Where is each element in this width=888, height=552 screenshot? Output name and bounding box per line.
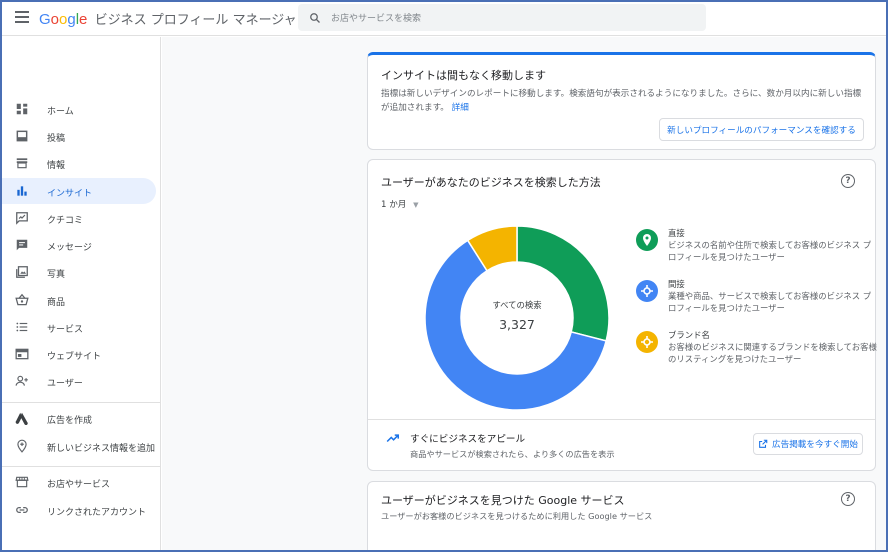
notice-title: インサイトは間もなく移動します	[381, 69, 546, 82]
add-location-icon	[17, 439, 27, 453]
top-app-bar: Google ビジネス プロフィール マネージャ お店やサービスを検索	[0, 0, 888, 36]
sidebar-item-website[interactable]: ウェブサイト	[0, 341, 156, 367]
donut-center-label: すべての検索	[492, 300, 542, 310]
sidebar-item-label: 商品	[47, 298, 66, 308]
promo-desc: 商品やサービスが検索されたら、より多くの広告を表示	[410, 449, 615, 459]
sidebar-divider	[0, 402, 160, 403]
insights-notice-card: インサイトは間もなく移動します 指標は新しいデザインのレポートに移動します。検索…	[367, 52, 876, 150]
start-ads-label: 広告掲載を今すぐ開始	[772, 440, 858, 450]
sidebar-item-label: ウェブサイト	[47, 352, 102, 362]
sidebar-item-photos[interactable]: 写真	[0, 259, 156, 285]
sidebar-item-reviews[interactable]: クチコミ	[0, 205, 156, 231]
add-user-icon	[15, 375, 28, 386]
google-logo: Google	[39, 11, 88, 28]
card-title: ユーザーがビジネスを見つけた Google サービス	[381, 494, 625, 507]
card-subtitle: ユーザーがお客様のビジネスを見つけるために利用した Google サービス	[381, 511, 653, 521]
dashboard-icon	[16, 103, 28, 115]
sidebar-item-label: インサイト	[47, 189, 93, 199]
card-title: ユーザーがあなたのビジネスを検索した方法	[381, 176, 601, 189]
sidebar-item-linked-accounts[interactable]: リンクされたアカウント	[0, 497, 156, 523]
donut-center-value: 3,327	[499, 317, 535, 332]
period-value: 1 か月	[381, 200, 407, 210]
sidebar-item-products[interactable]: 商品	[0, 287, 156, 313]
message-icon	[16, 239, 28, 251]
sidebar-item-insights[interactable]: インサイト	[0, 178, 156, 204]
app-logo[interactable]: Google ビジネス プロフィール マネージャ	[39, 9, 297, 28]
post-icon	[16, 130, 28, 142]
sidebar-item-home[interactable]: ホーム	[0, 96, 156, 122]
search-input[interactable]: お店やサービスを検索	[331, 11, 421, 24]
photo-icon	[16, 266, 28, 278]
crosshair-icon	[636, 331, 658, 353]
legend-desc: 業種や商品、サービスで検索してお客様のビジネス プロフィールを見つけたユーザー	[668, 291, 872, 313]
help-icon[interactable]: ?	[841, 492, 855, 506]
review-icon	[16, 212, 28, 225]
sidebar-item-posts[interactable]: 投稿	[0, 123, 156, 149]
chevron-down-icon: ▼	[413, 201, 419, 209]
start-ads-button[interactable]: 広告掲載を今すぐ開始	[753, 433, 863, 455]
details-link[interactable]: 詳細	[452, 103, 469, 113]
sidebar-item-label: お店やサービス	[47, 480, 111, 490]
legend-desc: お客様のビジネスに関連するブランドを検索してお客様のリスティングを見つけたユーザ…	[668, 342, 877, 364]
sidebar-item-users[interactable]: ユーザー	[0, 368, 156, 394]
store-icon	[16, 158, 28, 169]
help-icon[interactable]: ?	[841, 174, 855, 188]
ads-icon	[15, 412, 28, 425]
main-content: インサイトは間もなく移動します 指標は新しいデザインのレポートに移動します。検索…	[162, 37, 888, 552]
sidebar-item-services[interactable]: サービス	[0, 314, 156, 340]
sidebar-item-label: リンクされたアカウント	[47, 508, 147, 518]
trending-up-icon	[386, 434, 400, 443]
sidebar-item-label: サービス	[47, 325, 84, 335]
period-dropdown[interactable]: 1 か月 ▼	[381, 198, 419, 210]
sidebar-item-add-business[interactable]: 新しいビジネス情報を追加	[0, 433, 156, 459]
bar-chart-icon	[17, 186, 27, 196]
sidebar-item-label: 新しいビジネス情報を追加	[47, 444, 156, 454]
sidebar-item-info[interactable]: 情報	[0, 150, 156, 176]
link-icon	[16, 507, 28, 513]
card-divider	[368, 419, 875, 420]
promo-title: すぐにビジネスをアピール	[410, 434, 526, 445]
basket-icon	[15, 293, 29, 306]
search-method-card: ユーザーがあなたのビジネスを検索した方法 ? 1 か月 ▼ すべての検索 3,3…	[367, 159, 877, 471]
list-icon	[16, 322, 28, 332]
sidebar-item-stores[interactable]: お店やサービス	[0, 469, 156, 495]
sidebar-item-label: クチコミ	[47, 216, 84, 226]
notice-body: 指標は新しいデザインのレポートに移動します。検索語句が表示されるようになりました…	[381, 87, 866, 115]
google-services-card: ユーザーがビジネスを見つけた Google サービス ? ユーザーがお客様のビジ…	[367, 481, 876, 552]
sidebar-item-label: 情報	[47, 161, 66, 171]
legend-title: 間接	[668, 279, 685, 289]
storefront-icon	[15, 476, 29, 488]
location-pin-icon	[636, 229, 658, 251]
sidebar-item-label: 写真	[47, 270, 66, 280]
sidebar-item-messages[interactable]: メッセージ	[0, 232, 156, 258]
sidebar-item-create-ad[interactable]: 広告を作成	[0, 405, 156, 431]
legend-desc: ビジネスの名前や住所で検索してお客様のビジネス プロフィールを見つけたユーザー	[668, 240, 872, 262]
search-bar[interactable]: お店やサービスを検索	[298, 4, 706, 31]
menu-icon[interactable]	[15, 11, 29, 23]
web-icon	[15, 348, 29, 360]
sidebar-item-label: ホーム	[47, 107, 74, 117]
search-icon	[310, 12, 320, 23]
app-name: ビジネス プロフィール マネージャ	[94, 13, 297, 28]
sidebar-item-label: 投稿	[47, 134, 66, 144]
sidebar-item-label: ユーザー	[47, 379, 83, 389]
legend-title: 直接	[668, 228, 685, 238]
sidebar-item-label: メッセージ	[47, 243, 92, 253]
sidebar-nav: ホーム 投稿 情報 インサイト クチコミ メッセージ 写真 商品 サービス ウェ…	[0, 37, 161, 552]
check-performance-button[interactable]: 新しいプロフィールのパフォーマンスを確認する	[659, 118, 864, 141]
sidebar-divider	[0, 466, 160, 467]
legend-title: ブランド名	[668, 330, 710, 340]
open-in-new-icon	[759, 439, 768, 448]
sidebar-item-label: 広告を作成	[47, 416, 93, 426]
crosshair-icon	[636, 280, 658, 302]
